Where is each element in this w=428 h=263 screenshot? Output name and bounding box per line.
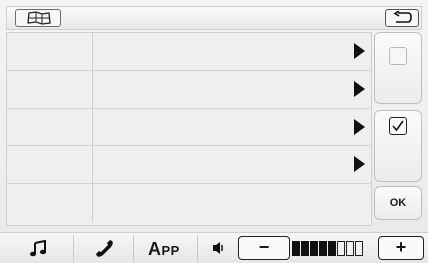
row-label: [7, 146, 93, 184]
chevron-right-icon: [354, 156, 365, 173]
list-item[interactable]: [7, 146, 371, 185]
row-value: [93, 33, 371, 70]
row-label: [7, 108, 93, 146]
list-item[interactable]: [7, 70, 371, 109]
chevron-right-icon: [354, 118, 365, 135]
row-value: [93, 71, 371, 108]
screen: OK APP − +: [0, 0, 428, 263]
side-panel: OK: [374, 32, 422, 226]
volume-bar: [346, 241, 354, 256]
music-button[interactable]: [6, 235, 74, 262]
bottom-bar: APP − +: [0, 232, 428, 263]
list-item[interactable]: [7, 108, 371, 147]
volume-up-button[interactable]: +: [378, 236, 424, 260]
volume-bar: [292, 241, 300, 256]
volume-bar: [301, 241, 309, 256]
row-label: [7, 70, 93, 108]
volume-bar: [337, 241, 345, 256]
back-button[interactable]: [385, 9, 419, 27]
menu-list: [6, 32, 372, 226]
map-button[interactable]: [15, 9, 61, 27]
row-value: [93, 146, 371, 183]
volume-bar: [319, 241, 327, 256]
volume-bar: [355, 241, 363, 256]
app-label: APP: [148, 239, 180, 259]
row-label: [7, 33, 93, 70]
chevron-right-icon: [354, 80, 365, 97]
app-button[interactable]: APP: [136, 235, 198, 262]
list-item[interactable]: [7, 184, 371, 222]
volume-down-button[interactable]: −: [238, 236, 290, 260]
list-item[interactable]: [7, 33, 371, 71]
checkbox-1-button[interactable]: [374, 32, 422, 104]
phone-button[interactable]: [76, 235, 134, 262]
volume-bar: [310, 241, 318, 256]
volume-level: [292, 241, 363, 256]
row-label: [7, 184, 93, 222]
row-value: [93, 184, 371, 222]
top-bar: [6, 6, 422, 30]
checkbox-checked[interactable]: [389, 117, 407, 135]
ok-button[interactable]: OK: [374, 186, 422, 220]
checkmark-icon: [392, 120, 404, 132]
row-value: [93, 109, 371, 146]
chevron-right-icon: [354, 43, 365, 59]
checkbox-2-button[interactable]: [374, 110, 422, 182]
volume-bar: [328, 241, 336, 256]
checkbox-unchecked[interactable]: [389, 47, 407, 65]
